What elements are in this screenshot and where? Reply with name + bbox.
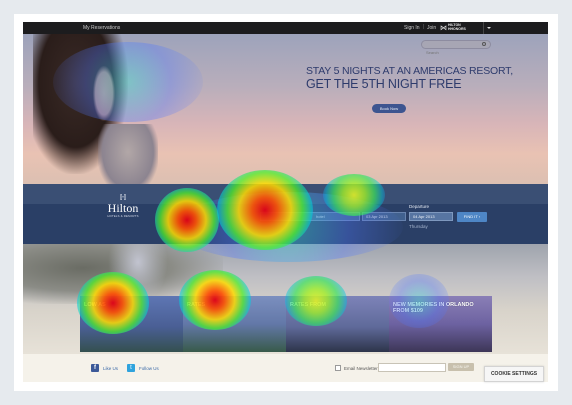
- destination-value: hotel: [316, 214, 325, 219]
- deal-title: LOW AS: [84, 302, 106, 308]
- email-newsletter-label: Email Newsletter: [344, 365, 378, 371]
- facebook-icon: f: [91, 364, 99, 372]
- hero-banner: STAY 5 NIGHTS AT AN AMERICAS RESORT, GET…: [23, 34, 548, 194]
- find-it-label: FIND IT: [463, 214, 478, 219]
- deal-tiles: LOW AS RATES RATES FROM NEW MEMORIES IN …: [80, 296, 492, 352]
- deal-title: RATES FROM: [290, 302, 326, 308]
- departure-label: Departure: [409, 204, 430, 209]
- newsletter-checkbox[interactable]: [335, 365, 341, 371]
- booking-band: ℍ Hilton HOTELS & RESORTS hotel 03 Apr 2…: [23, 184, 548, 244]
- hhonors-logo[interactable]: ⋈ HILTON HHONORS: [440, 23, 466, 33]
- arrival-date-input[interactable]: 03 Apr 2013: [362, 212, 406, 221]
- hilton-homepage: My Reservations Sign In | Join ⋈ HILTON …: [23, 22, 548, 382]
- hhonors-dropdown[interactable]: [483, 22, 493, 34]
- like-us-label: Like Us: [103, 365, 119, 371]
- book-now-button[interactable]: Book Now: [372, 104, 406, 113]
- departure-date-input[interactable]: 04 Apr 2013: [409, 212, 453, 221]
- hilton-logo[interactable]: ℍ Hilton HOTELS & RESORTS: [101, 194, 145, 219]
- hhonors-line2: HHONORS: [448, 27, 466, 31]
- hhonors-icon: ⋈: [440, 25, 447, 32]
- deal-tile[interactable]: RATES: [183, 296, 286, 352]
- chevron-down-icon: [487, 27, 491, 29]
- footer: f Like Us t Follow Us Email Newsletter S…: [23, 354, 548, 382]
- deals-section: LOW AS RATES RATES FROM NEW MEMORIES IN …: [23, 244, 548, 354]
- topbar-separator: |: [423, 24, 425, 30]
- twitter-link[interactable]: t Follow Us: [127, 364, 159, 372]
- destination-input[interactable]: hotel: [260, 212, 360, 221]
- deal-title: NEW MEMORIES IN ORLANDO FROM $109: [393, 302, 474, 314]
- deal-title: RATES: [187, 302, 206, 308]
- hhonors-text: HILTON HHONORS: [448, 24, 466, 31]
- hilton-logo-sub: HOTELS & RESORTS: [107, 214, 139, 218]
- newsletter-option[interactable]: Email Newsletter: [335, 365, 378, 371]
- background-photo-dress: [108, 244, 168, 304]
- join-link[interactable]: Join: [427, 25, 436, 31]
- promo-headline: STAY 5 NIGHTS AT AN AMERICAS RESORT,: [306, 65, 513, 77]
- cookie-settings-button[interactable]: COOKIE SETTINGS: [484, 366, 544, 382]
- deal-tile[interactable]: LOW AS: [80, 296, 183, 352]
- promo-subheadline: GET THE 5TH NIGHT FREE: [306, 77, 462, 91]
- search-input[interactable]: [422, 49, 480, 56]
- site-search[interactable]: [421, 40, 491, 56]
- deal-tile[interactable]: NEW MEMORIES IN ORLANDO FROM $109: [389, 296, 492, 352]
- newsletter-email-input[interactable]: [378, 363, 446, 372]
- sign-up-button[interactable]: SIGN UP: [448, 363, 474, 371]
- hilton-logo-name: Hilton: [107, 201, 139, 215]
- facebook-link[interactable]: f Like Us: [91, 364, 118, 372]
- my-reservations-link[interactable]: My Reservations: [83, 25, 120, 31]
- twitter-icon: t: [127, 364, 135, 372]
- hero-photo-face: [93, 66, 115, 121]
- follow-us-label: Follow Us: [139, 365, 159, 371]
- departure-day: Thursday: [409, 224, 428, 229]
- top-bar: My Reservations Sign In | Join ⋈ HILTON …: [23, 22, 548, 34]
- sign-in-link[interactable]: Sign In: [404, 25, 420, 31]
- deal-tile[interactable]: RATES FROM: [286, 296, 389, 352]
- search-icon[interactable]: [482, 42, 486, 46]
- find-it-button[interactable]: FIND IT ›: [457, 212, 487, 222]
